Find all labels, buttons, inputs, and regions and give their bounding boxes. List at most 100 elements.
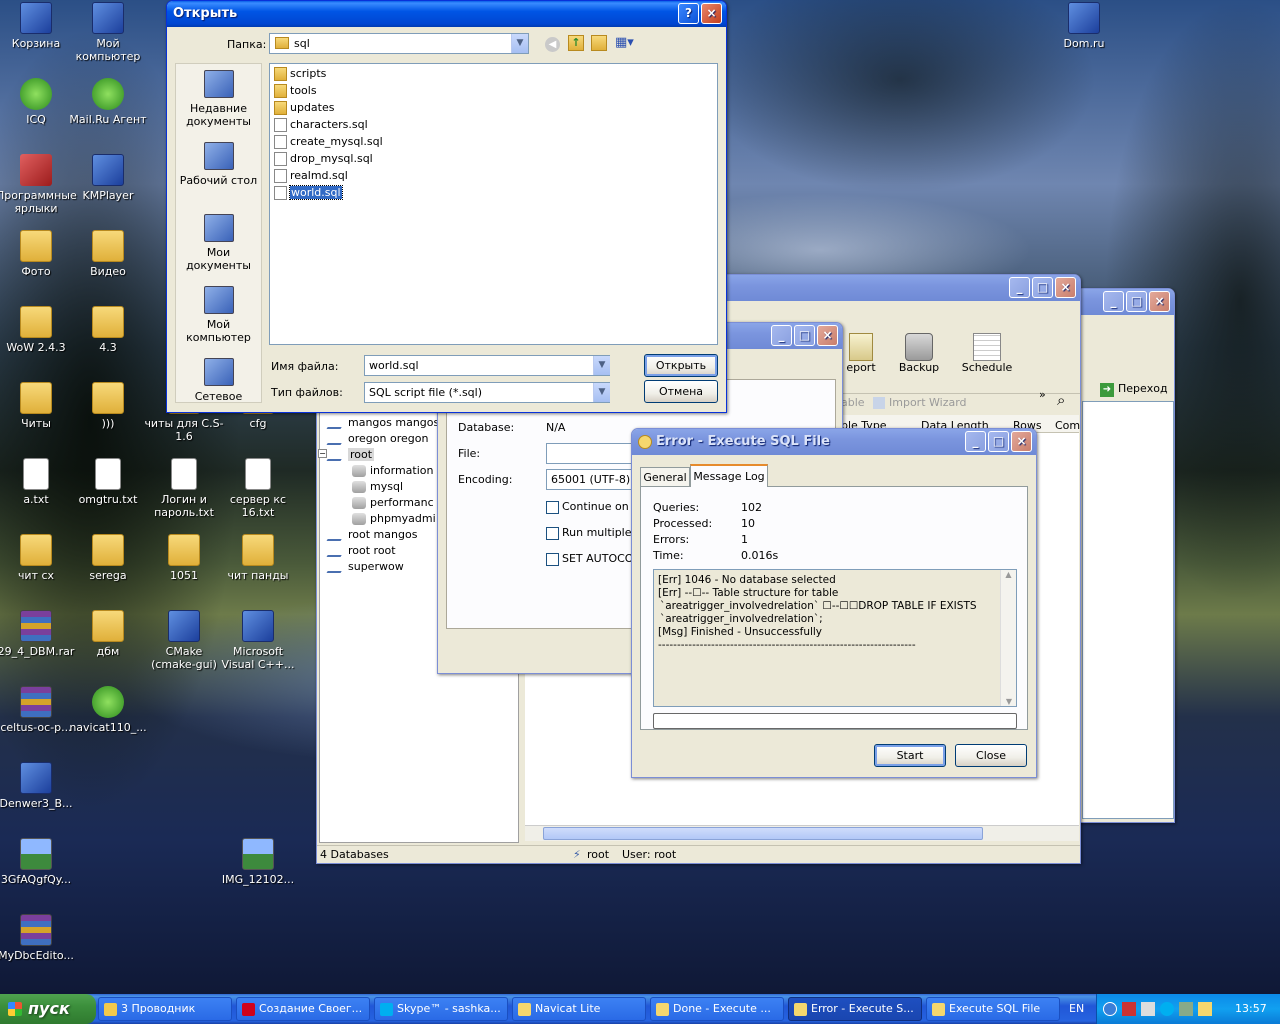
- desktop-icon[interactable]: 1051: [144, 534, 224, 582]
- place-item[interactable]: Мои документы: [176, 214, 261, 272]
- table-button[interactable]: able: [841, 396, 865, 409]
- language-indicator[interactable]: EN: [1069, 1002, 1084, 1015]
- desktop-icon[interactable]: Dom.ru: [1044, 2, 1124, 50]
- file-item[interactable]: realmd.sql: [274, 168, 348, 184]
- desktop-icon[interactable]: чит сх: [0, 534, 76, 582]
- close-icon[interactable]: ×: [817, 325, 838, 346]
- maximize-icon[interactable]: □: [794, 325, 815, 346]
- start-button[interactable]: Start: [874, 744, 946, 767]
- taskbar-button[interactable]: Execute SQL File: [926, 997, 1060, 1021]
- desktop-icon[interactable]: omgtru.txt: [68, 458, 148, 506]
- log-scrollbar[interactable]: ▲ ▼: [1000, 570, 1016, 706]
- close-button[interactable]: Close: [955, 744, 1027, 767]
- taskbar-button[interactable]: 3 Проводник: [98, 997, 232, 1021]
- desktop-icon[interactable]: Видео: [68, 230, 148, 278]
- col-comment[interactable]: Com: [1055, 419, 1080, 432]
- minimize-icon[interactable]: _: [1103, 291, 1124, 312]
- view-menu-icon[interactable]: ▦▾: [615, 35, 637, 51]
- taskbar-button[interactable]: Skype™ - sashka...: [374, 997, 508, 1021]
- desktop-icon[interactable]: дбм: [68, 610, 148, 658]
- desktop-icon[interactable]: 29_4_DBM.rar: [0, 610, 76, 658]
- backup-button[interactable]: Backup: [897, 333, 941, 374]
- desktop-icon[interactable]: CMake (cmake-gui): [144, 610, 224, 671]
- desktop-icon[interactable]: Мой компьютер: [68, 2, 148, 63]
- tree-item[interactable]: oregon oregon: [326, 432, 428, 446]
- help-icon[interactable]: ?: [678, 3, 699, 24]
- desktop-icon[interactable]: Microsoft Visual C++...: [218, 610, 298, 671]
- explorer-titlebar[interactable]: _ □ ×: [1076, 289, 1174, 315]
- maximize-icon[interactable]: □: [1032, 277, 1053, 298]
- minimize-icon[interactable]: _: [965, 431, 986, 452]
- maximize-icon[interactable]: □: [988, 431, 1009, 452]
- tab-general[interactable]: General: [640, 467, 690, 487]
- file-input[interactable]: [546, 443, 636, 464]
- file-item[interactable]: updates: [274, 100, 335, 116]
- encoding-select[interactable]: 65001 (UTF-8): [546, 469, 636, 490]
- minimize-icon[interactable]: _: [1009, 277, 1030, 298]
- tray-network-icon[interactable]: [1122, 1002, 1136, 1016]
- close-icon[interactable]: ×: [701, 3, 722, 24]
- place-item[interactable]: Рабочий стол: [176, 142, 261, 187]
- file-item[interactable]: characters.sql: [274, 117, 368, 133]
- desktop-icon[interactable]: a.txt: [0, 458, 76, 506]
- chevron-down-icon[interactable]: ▼: [511, 34, 528, 53]
- filetype-dropdown-icon[interactable]: ▼: [593, 383, 610, 402]
- place-item[interactable]: Недавние документы: [176, 70, 261, 128]
- folder-select[interactable]: sql ▼: [269, 33, 529, 54]
- error-dialog-titlebar[interactable]: Error - Execute SQL File _ □ ×: [632, 429, 1036, 455]
- collapse-icon[interactable]: −: [318, 449, 327, 458]
- new-folder-icon[interactable]: [591, 35, 607, 51]
- back-icon[interactable]: ◀: [545, 37, 560, 52]
- up-folder-icon[interactable]: ↑: [568, 35, 584, 51]
- taskbar-button[interactable]: Error - Execute S...: [788, 997, 922, 1021]
- go-button[interactable]: ➜ Переход: [1100, 382, 1168, 397]
- place-item[interactable]: Мой компьютер: [176, 286, 261, 344]
- start-button[interactable]: пуск: [0, 994, 96, 1024]
- run-multiple-checkbox[interactable]: Run multiple q: [546, 526, 642, 540]
- report-button[interactable]: eport: [841, 333, 881, 374]
- desktop-icon[interactable]: Логин и пароль.txt: [144, 458, 224, 519]
- open-button[interactable]: Открыть: [644, 354, 718, 377]
- desktop-icon[interactable]: Denwer3_B...: [0, 762, 76, 810]
- tree-item[interactable]: performanc: [352, 496, 434, 510]
- desktop-icon[interactable]: navicat110_...: [68, 686, 148, 734]
- tree-item[interactable]: mangos mangos: [326, 416, 439, 430]
- schedule-button[interactable]: Schedule: [961, 333, 1013, 374]
- desktop-icon[interactable]: Фото: [0, 230, 76, 278]
- continue-on-error-checkbox[interactable]: Continue on er: [546, 500, 643, 514]
- cancel-button[interactable]: Отмена: [644, 380, 718, 403]
- tree-item[interactable]: root mangos: [326, 528, 417, 542]
- more-icon[interactable]: »: [1039, 388, 1046, 401]
- taskbar-button[interactable]: Navicat Lite: [512, 997, 646, 1021]
- close-icon[interactable]: ×: [1011, 431, 1032, 452]
- horizontal-scrollbar[interactable]: [525, 825, 1079, 841]
- desktop-icon[interactable]: serega: [68, 534, 148, 582]
- tray-volume-icon[interactable]: [1141, 1002, 1155, 1016]
- desktop-icon[interactable]: чит панды: [218, 534, 298, 582]
- tree-item[interactable]: root root: [326, 544, 396, 558]
- close-icon[interactable]: ×: [1149, 291, 1170, 312]
- desktop-icon[interactable]: MyDbcEdito...: [0, 914, 76, 962]
- tray-skype-icon[interactable]: [1160, 1002, 1174, 1016]
- tree-item[interactable]: information: [352, 464, 434, 478]
- desktop-icon[interactable]: IMG_12102...: [218, 838, 298, 886]
- desktop-icon[interactable]: Читы: [0, 382, 76, 430]
- filename-dropdown-icon[interactable]: ▼: [593, 356, 610, 375]
- minimize-icon[interactable]: _: [771, 325, 792, 346]
- desktop-icon[interactable]: 4.3: [68, 306, 148, 354]
- tab-message-log[interactable]: Message Log: [690, 464, 768, 487]
- file-list[interactable]: scripts tools updates characters.sql create_…: [269, 63, 718, 345]
- file-item[interactable]: tools: [274, 83, 317, 99]
- file-item[interactable]: world.sql: [274, 185, 343, 201]
- desktop-icon[interactable]: Программные ярлыки: [0, 154, 77, 215]
- tree-item[interactable]: superwow: [326, 560, 404, 574]
- filename-input[interactable]: world.sql: [364, 355, 610, 376]
- desktop-icon[interactable]: ICQ: [0, 78, 76, 126]
- file-item[interactable]: scripts: [274, 66, 326, 82]
- tree-item[interactable]: − root: [318, 448, 375, 462]
- log-box[interactable]: [Err] 1046 - No database selected [Err] -…: [653, 569, 1017, 707]
- desktop-icon[interactable]: ))): [68, 382, 148, 430]
- desktop-icon[interactable]: Корзина: [0, 2, 76, 50]
- tray-shield-icon[interactable]: [1179, 1002, 1193, 1016]
- file-item[interactable]: drop_mysql.sql: [274, 151, 373, 167]
